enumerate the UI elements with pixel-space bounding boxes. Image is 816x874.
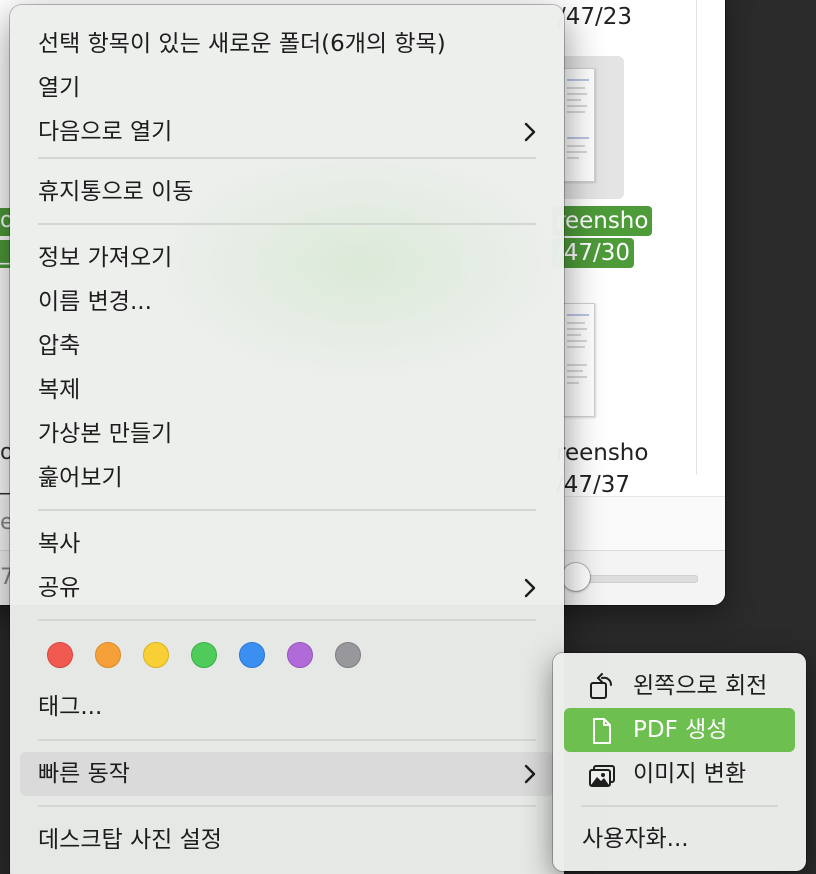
- menu-item-label: 공유: [38, 575, 81, 601]
- menu-item-compress[interactable]: 압축: [20, 324, 554, 368]
- menu-separator: [38, 157, 536, 159]
- menu-separator: [38, 805, 536, 807]
- file-label-sliver: oo: [0, 440, 10, 468]
- menu-item-tags[interactable]: 태그...: [20, 685, 554, 729]
- tag-gray-button[interactable]: [335, 642, 361, 668]
- submenu-item-convert-image[interactable]: 이미지 변환: [564, 752, 795, 796]
- menu-item-label: 휴지통으로 이동: [38, 179, 194, 205]
- menu-item-label: 복제: [38, 377, 81, 403]
- submenu-item-rotate-left[interactable]: 왼쪽으로 회전: [564, 664, 795, 708]
- file-label[interactable]: /47/23: [558, 2, 632, 32]
- content-divider: [696, 0, 697, 475]
- menu-item-label: 압축: [38, 333, 81, 359]
- menu-item-label: 가상본 만들기: [38, 421, 173, 447]
- rotate-left-icon: [590, 673, 612, 699]
- tag-orange-button[interactable]: [95, 642, 121, 668]
- menu-separator: [38, 223, 536, 225]
- menu-item-open[interactable]: 열기: [20, 66, 554, 110]
- submenu-item-label: 왼쪽으로 회전: [633, 673, 768, 699]
- menu-separator: [38, 619, 536, 621]
- submenu-item-label: PDF 생성: [633, 717, 728, 743]
- chevron-right-icon: [524, 122, 536, 142]
- menu-item-quick-actions[interactable]: 빠른 동작: [20, 752, 554, 796]
- menu-item-label: 열기: [38, 75, 81, 101]
- tag-yellow-button[interactable]: [143, 642, 169, 668]
- file-thumbnail[interactable]: [563, 303, 595, 417]
- menu-item-label: 데스크탑 사진 설정: [38, 827, 222, 853]
- file-label-sliver: ee: [0, 510, 10, 538]
- chevron-right-icon: [524, 764, 536, 784]
- submenu-item-label: 이미지 변환: [633, 761, 747, 787]
- menu-item-new-folder-with-selection[interactable]: 선택 항목이 있는 새로운 폴더(6개의 항목): [20, 22, 554, 66]
- quick-actions-submenu: 왼쪽으로 회전 PDF 생성 이미지 변환 사용자화...: [553, 653, 806, 871]
- submenu-item-label: 사용자화...: [582, 826, 689, 852]
- menu-item-label: 다음으로 열기: [38, 119, 173, 145]
- photos-icon: [589, 765, 615, 787]
- chevron-right-icon: [524, 578, 536, 598]
- tag-blue-button[interactable]: [239, 642, 265, 668]
- menu-item-move-to-trash[interactable]: 휴지통으로 이동: [20, 170, 554, 214]
- menu-item-label: 정보 가져오기: [38, 245, 173, 271]
- document-icon: [593, 718, 611, 744]
- menu-item-label: 이름 변경...: [38, 289, 152, 315]
- submenu-item-customize[interactable]: 사용자화...: [564, 817, 795, 861]
- menu-item-get-info[interactable]: 정보 가져오기: [20, 236, 554, 280]
- menu-item-make-alias[interactable]: 가상본 만들기: [20, 412, 554, 456]
- menu-item-label: 복사: [38, 531, 81, 557]
- file-label-sliver: _9: [0, 240, 10, 268]
- tag-green-button[interactable]: [191, 642, 217, 668]
- menu-item-quick-look[interactable]: 훑어보기: [20, 456, 554, 500]
- submenu-item-create-pdf[interactable]: PDF 생성: [564, 708, 795, 752]
- file-label-selected[interactable]: reensho: [552, 206, 653, 236]
- file-label[interactable]: reensho: [556, 438, 648, 468]
- menu-separator: [38, 509, 536, 511]
- menu-item-share[interactable]: 공유: [20, 566, 554, 610]
- tag-purple-button[interactable]: [287, 642, 313, 668]
- icon-size-slider-knob[interactable]: [562, 563, 590, 591]
- file-label-selected[interactable]: /47/30: [552, 238, 635, 268]
- file-thumbnail[interactable]: [563, 68, 595, 182]
- menu-separator: [38, 739, 536, 741]
- menu-item-open-with[interactable]: 다음으로 열기: [20, 110, 554, 154]
- menu-item-set-desktop-picture[interactable]: 데스크탑 사진 설정: [20, 818, 554, 862]
- file-label-sliver: 7(: [0, 565, 10, 593]
- menu-item-label: 빠른 동작: [38, 761, 130, 787]
- menu-item-duplicate[interactable]: 복제: [20, 368, 554, 412]
- menu-item-label: 훑어보기: [38, 465, 123, 491]
- icon-size-slider-track[interactable]: [578, 575, 698, 583]
- file-label-sliver: _9: [0, 470, 10, 498]
- submenu-separator: [581, 805, 778, 807]
- tag-red-button[interactable]: [47, 642, 73, 668]
- menu-item-rename[interactable]: 이름 변경...: [20, 280, 554, 324]
- context-menu: 선택 항목이 있는 새로운 폴더(6개의 항목) 열기 다음으로 열기 휴지통으…: [10, 5, 564, 874]
- menu-item-copy[interactable]: 복사: [20, 522, 554, 566]
- file-label-sliver: oo: [0, 208, 10, 236]
- menu-item-label: 선택 항목이 있는 새로운 폴더(6개의 항목): [38, 31, 446, 57]
- menu-item-label: 태그...: [38, 694, 103, 720]
